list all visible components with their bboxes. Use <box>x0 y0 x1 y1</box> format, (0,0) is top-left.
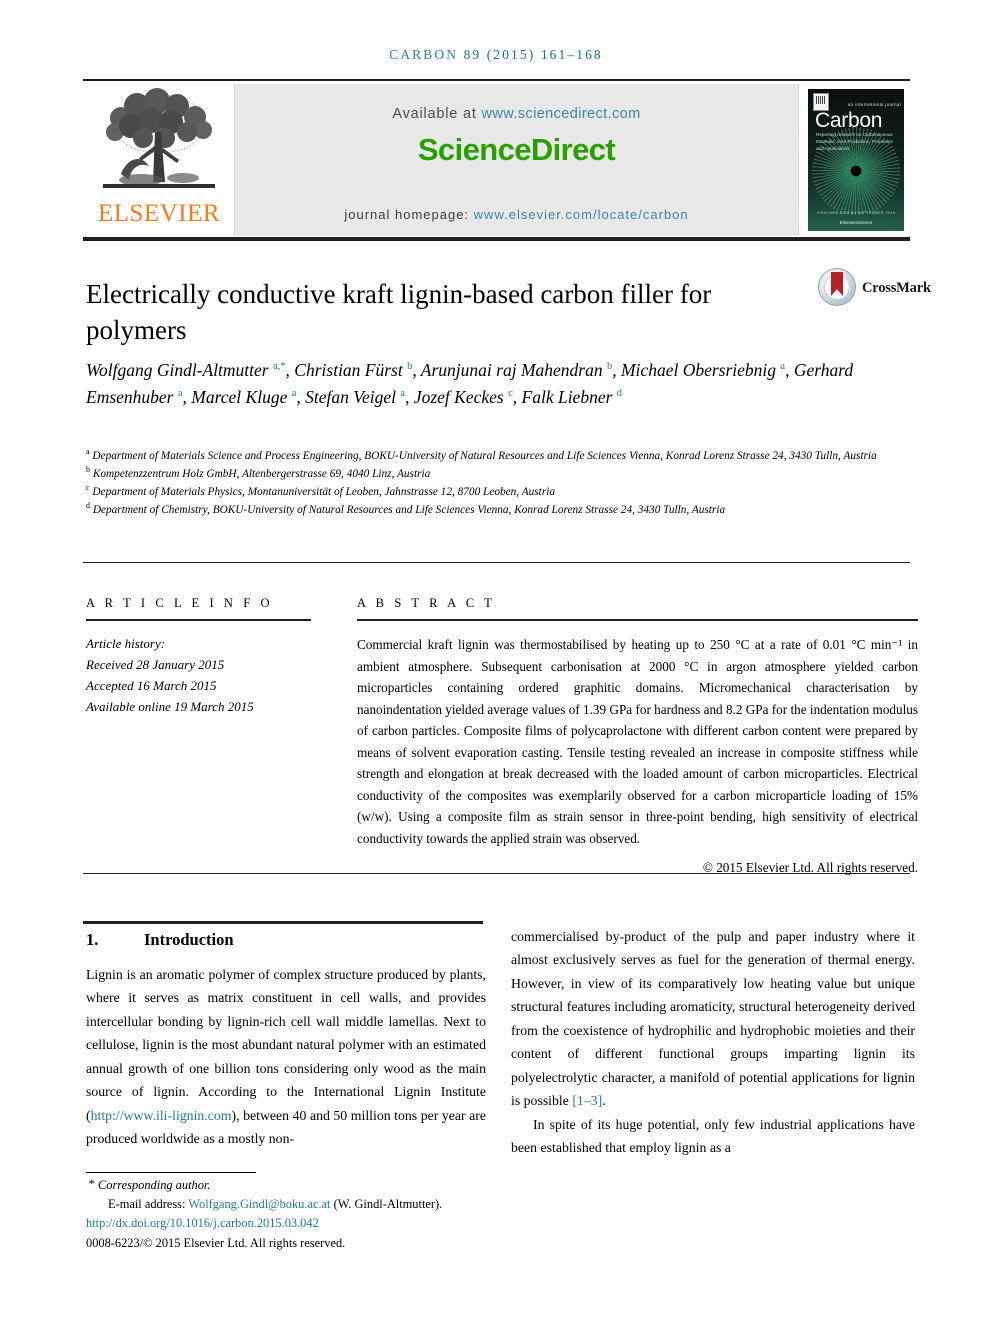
article-history-block: Article history: Received 28 January 201… <box>86 633 311 717</box>
journal-homepage-line: journal homepage: www.elsevier.com/locat… <box>235 207 798 222</box>
email-owner: (W. Gindl-Altmutter). <box>333 1196 443 1211</box>
abstract-section-divider <box>83 562 910 563</box>
homepage-url[interactable]: www.elsevier.com/locate/carbon <box>474 207 689 222</box>
email-label: E-mail address: <box>108 1196 186 1211</box>
affiliation-text: Department of Chemistry, BOKU-University… <box>92 503 726 516</box>
email-line: E-mail address: Wolfgang.Gindl@boku.ac.a… <box>86 1195 516 1214</box>
crossmark-icon <box>818 268 856 306</box>
elsevier-wordmark: ELSEVIER <box>97 200 221 227</box>
journal-cover-cell[interactable]: an international journal Carbon Reportin… <box>798 84 910 236</box>
page-footer: * Corresponding author. E-mail address: W… <box>86 1176 516 1252</box>
cover-title: Carbon <box>815 109 883 132</box>
author-list: Wolfgang Gindl-Altmutter a,*, Christian … <box>86 360 854 407</box>
corresponding-star: * <box>88 1177 95 1191</box>
available-at-line: Available at www.sciencedirect.com <box>235 106 798 122</box>
affiliation-mark: a <box>86 447 90 457</box>
cover-publisher: ElsevierScience <box>839 220 873 225</box>
journal-name: CARBON <box>389 47 459 62</box>
footnote-divider <box>86 1172 256 1173</box>
affiliation-text: Kompetenzzentrum Holz GmbH, Altenbergers… <box>92 467 431 480</box>
journal-cover-image: an international journal Carbon Reportin… <box>808 89 904 231</box>
sciencedirect-logo[interactable]: ScienceDirect <box>235 132 798 168</box>
affiliation-item: c Department of Materials Physics, Monta… <box>86 482 918 502</box>
affiliation-item: a Department of Materials Science and Pr… <box>86 448 918 466</box>
introduction-left-column: Lignin is an aromatic polymer of complex… <box>86 963 486 1151</box>
affiliation-item: d Department of Chemistry, BOKU-Universi… <box>86 500 918 520</box>
corresponding-author-text: Corresponding author. <box>98 1178 211 1192</box>
intro-para1-pre-cite: commercialised by-product of the pulp an… <box>511 929 915 1109</box>
affiliation-text: Department of Materials Science and Proc… <box>92 450 877 462</box>
crossmark-label: CrossMark <box>862 280 931 296</box>
doi-link[interactable]: http://dx.doi.org/10.1016/j.carbon.2015.… <box>86 1214 516 1233</box>
intro-paragraph-1: commercialised by-product of the pulp an… <box>511 925 915 1113</box>
abstract-underline <box>357 619 918 621</box>
abstract-section: A B S T R A C T Commercial kraft lignin … <box>357 596 918 876</box>
affiliation-list: a Department of Materials Science and Pr… <box>86 448 918 519</box>
affiliation-mark: c <box>86 482 90 492</box>
journal-reference: CARBON 89 (2015) 161–168 <box>0 47 992 63</box>
affiliation-text: Department of Materials Physics, Montanu… <box>92 485 556 498</box>
crossmark-badge[interactable]: CrossMark <box>818 268 931 308</box>
header-divider-bottom <box>83 237 910 241</box>
introduction-number: 1. <box>86 930 99 949</box>
introduction-rule <box>83 921 483 924</box>
intro-text-pre-link: Lignin is an aromatic polymer of complex… <box>86 967 486 1123</box>
introduction-heading: 1. Introduction <box>86 930 234 950</box>
abstract-heading: A B S T R A C T <box>357 596 496 610</box>
homepage-label: journal homepage: <box>344 207 470 222</box>
article-info-heading: A R T I C L E I N F O <box>86 596 274 610</box>
issn-copyright-line: 0008-6223/© 2015 Elsevier Ltd. All right… <box>86 1235 346 1250</box>
introduction-title: Introduction <box>144 930 234 949</box>
header-divider-top <box>83 79 910 81</box>
article-info-section: A R T I C L E I N F O Article history: R… <box>86 596 311 717</box>
article-accepted: Accepted 16 March 2015 <box>86 678 217 694</box>
body-section-divider <box>83 873 910 874</box>
citation-1-3-link[interactable]: [1–3] <box>572 1093 602 1108</box>
paper-page: CARBON 89 (2015) 161–168 ELSEVIER Availa… <box>0 0 992 1323</box>
article-received: Received 28 January 2015 <box>86 657 225 673</box>
cover-tagline: an international journal <box>848 102 902 107</box>
article-info-underline <box>86 619 311 621</box>
corresponding-author-note: * Corresponding author. <box>86 1176 516 1195</box>
affiliation-item: b Kompetenzzentrum Holz GmbH, Altenberge… <box>86 466 918 484</box>
elsevier-tree-icon <box>103 88 215 188</box>
cover-issn-line: ISSN 0008-6223 89 SEPTEMBER 2015 <box>816 210 896 215</box>
sciencedirect-cell: Available at www.sciencedirect.com Scien… <box>235 84 798 236</box>
sciencedirect-url[interactable]: www.sciencedirect.com <box>482 106 641 122</box>
elsevier-logo-cell: ELSEVIER <box>83 84 235 236</box>
email-link[interactable]: Wolfgang.Gindl@boku.ac.at <box>188 1197 330 1211</box>
article-available-online: Available online 19 March 2015 <box>86 699 254 715</box>
page-title: Electrically conductive kraft lignin-bas… <box>86 279 712 346</box>
intro-para1-post-cite: . <box>602 1093 606 1109</box>
available-at-label: Available at <box>392 106 477 122</box>
introduction-right-column: commercialised by-product of the pulp an… <box>511 925 915 1160</box>
intro-paragraph-2: In spite of its huge potential, only few… <box>511 1116 915 1156</box>
article-history-label: Article history: <box>86 636 166 651</box>
ili-lignin-link[interactable]: http://www.ili-lignin.com <box>91 1108 232 1123</box>
affiliation-mark: d <box>86 500 90 510</box>
cover-subtitle: Reporting research on Carbonaceous Mater… <box>816 132 893 151</box>
abstract-text: Commercial kraft lignin was thermostabil… <box>357 637 918 846</box>
affiliation-mark: b <box>86 465 90 475</box>
journal-banner: ELSEVIER Available at www.sciencedirect.… <box>83 84 910 236</box>
journal-volume-pages: 89 (2015) 161–168 <box>463 47 603 62</box>
